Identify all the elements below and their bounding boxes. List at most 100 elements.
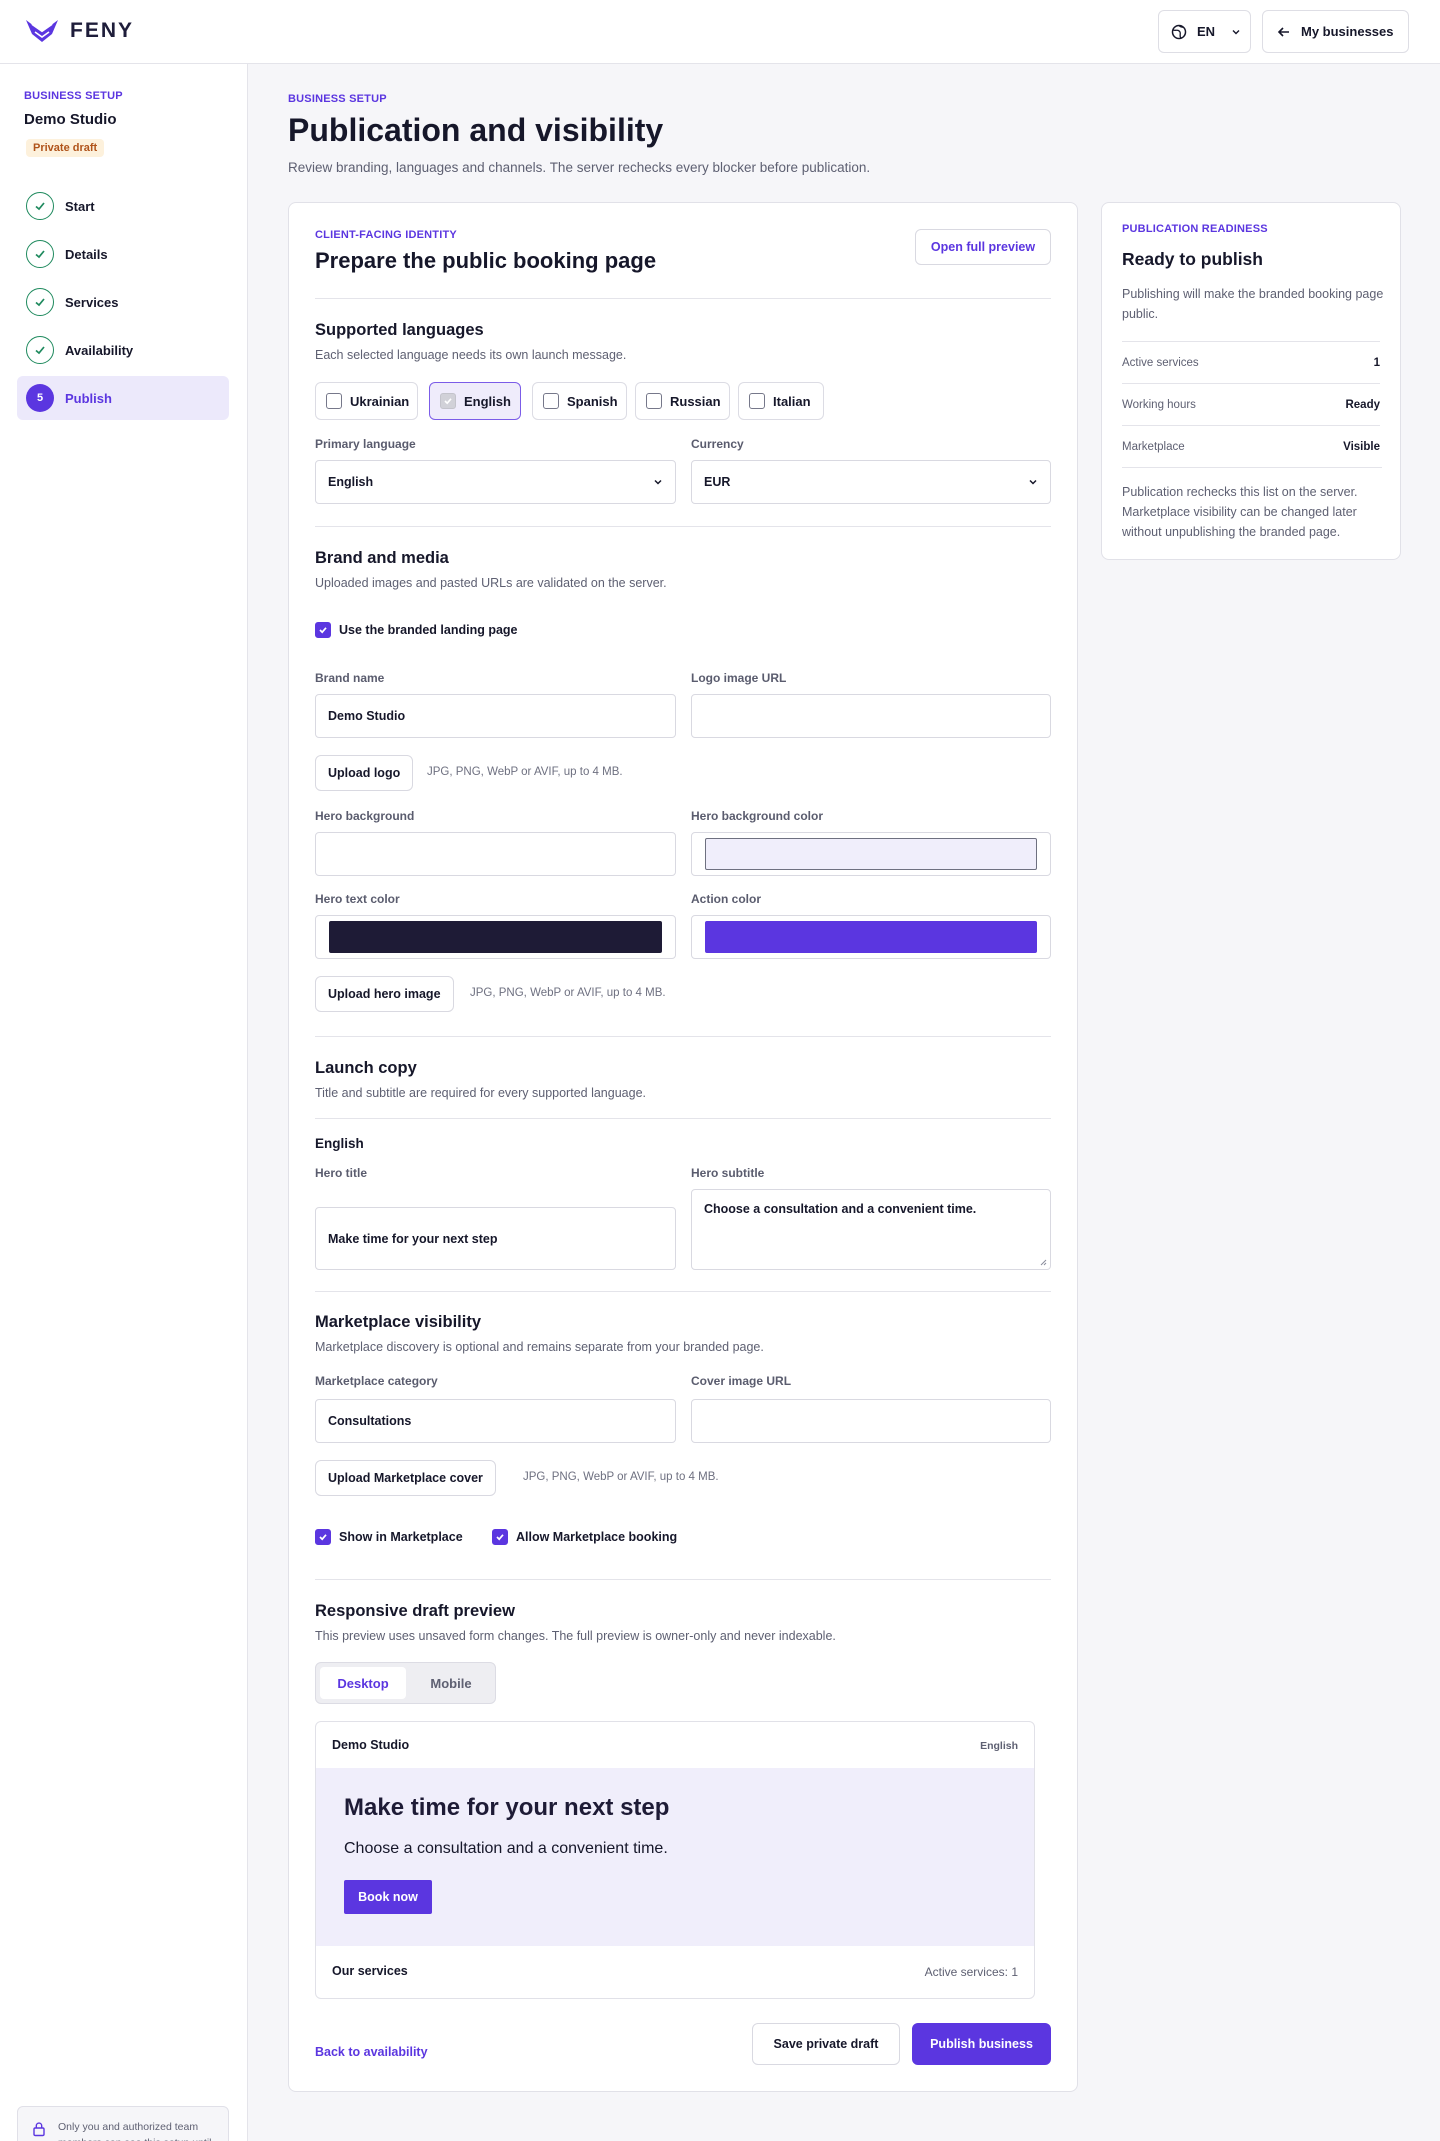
upload-logo-button[interactable]: Upload logo — [315, 755, 414, 791]
hero-background-color-label: Hero background color — [691, 809, 824, 823]
readiness-eyebrow: PUBLICATION READINESS — [1122, 223, 1268, 235]
readiness-row: Marketplace Visible — [1122, 425, 1380, 467]
step-availability[interactable]: Availability — [17, 328, 229, 372]
action-color-picker[interactable] — [691, 915, 1051, 959]
preview-brand: Demo Studio — [332, 1738, 410, 1752]
check-icon[interactable] — [315, 622, 331, 638]
brand-name-input[interactable]: Demo Studio — [315, 694, 676, 738]
allow-marketplace-booking-label: Allow Marketplace booking — [516, 1530, 678, 1544]
readiness-row: Active services 1 — [1122, 341, 1380, 383]
cover-url-input[interactable] — [691, 1399, 1051, 1443]
sidebar-eyebrow: BUSINESS SETUP — [24, 90, 123, 102]
checkbox[interactable] — [326, 393, 342, 409]
status-badge: Private draft — [26, 139, 105, 157]
save-private-draft-button[interactable]: Save private draft — [752, 2023, 900, 2065]
language-option-label: Italian — [773, 393, 811, 409]
hero-background-input[interactable] — [315, 832, 676, 876]
upload-hero-image-button[interactable]: Upload hero image — [315, 976, 454, 1012]
check-icon — [26, 336, 54, 364]
currency-label: Currency — [691, 437, 744, 451]
resize-handle-icon[interactable] — [1039, 1258, 1047, 1266]
language-code: EN — [1197, 24, 1216, 39]
privacy-note-text: Only you and authorized team members can… — [58, 2121, 212, 2141]
preview-title: Responsive draft preview — [315, 1602, 515, 1620]
step-label: Availability — [65, 342, 134, 358]
marketplace-category-input[interactable]: Consultations — [315, 1399, 676, 1443]
upload-marketplace-cover-button[interactable]: Upload Marketplace cover — [315, 1460, 496, 1496]
readiness-row-label: Active services — [1122, 356, 1199, 369]
logo-url-input[interactable] — [691, 694, 1051, 738]
step-start[interactable]: Start — [17, 184, 229, 228]
feny-wing-logo-icon — [26, 20, 58, 42]
hero-background-label: Hero background — [315, 809, 415, 823]
setup-sidebar: BUSINESS SETUP Demo Studio Private draft… — [0, 64, 248, 2141]
step-publish[interactable]: 5 Publish — [17, 376, 229, 420]
check-icon — [26, 192, 54, 220]
divider — [315, 526, 1051, 527]
currency-value: EUR — [704, 475, 731, 489]
upload-cover-hint: JPG, PNG, WebP or AVIF, up to 4 MB. — [523, 1471, 719, 1483]
language-switcher[interactable]: EN — [1158, 10, 1251, 53]
upload-hero-hint: JPG, PNG, WebP or AVIF, up to 4 MB. — [470, 987, 666, 999]
launch-copy-description: Title and subtitle are required for ever… — [315, 1086, 646, 1100]
page-title: Publication and visibility — [288, 112, 664, 148]
preview-hero: Make time for your next step Choose a co… — [316, 1768, 1034, 1946]
brand-name-label: Brand name — [315, 671, 385, 685]
checkbox-checked-disabled — [440, 393, 456, 409]
language-option-spanish[interactable]: Spanish — [532, 382, 627, 420]
allow-marketplace-booking-checkbox[interactable]: Allow Marketplace booking — [492, 1529, 677, 1545]
hero-title-label: Hero title — [315, 1166, 368, 1180]
checkbox[interactable] — [749, 393, 765, 409]
readiness-row-value: 1 — [1373, 356, 1380, 369]
hero-text-color-label: Hero text color — [315, 892, 400, 906]
tab-mobile[interactable]: Mobile — [408, 1667, 494, 1699]
language-option-italian[interactable]: Italian — [738, 382, 824, 420]
hero-subtitle-label: Hero subtitle — [691, 1166, 765, 1180]
marketplace-description: Marketplace discovery is optional and re… — [315, 1340, 764, 1354]
readiness-row-value: Visible — [1343, 440, 1380, 453]
show-in-marketplace-checkbox[interactable]: Show in Marketplace — [315, 1529, 463, 1545]
language-option-english[interactable]: English — [429, 382, 521, 420]
publish-business-button[interactable]: Publish business — [912, 2023, 1051, 2065]
preview-services-count: Active services: 1 — [924, 1965, 1018, 1979]
launch-copy-title: Launch copy — [315, 1059, 417, 1077]
sidebar-business-name: Demo Studio — [24, 111, 117, 128]
languages-title: Supported languages — [315, 321, 484, 339]
page-eyebrow: BUSINESS SETUP — [288, 93, 387, 105]
check-icon[interactable] — [315, 1529, 331, 1545]
book-now-button[interactable]: Book now — [344, 1880, 432, 1914]
language-option-russian[interactable]: Russian — [635, 382, 730, 420]
hero-subtitle-value: Choose a consultation and a convenient t… — [704, 1202, 977, 1216]
identity-eyebrow: CLIENT-FACING IDENTITY — [315, 229, 457, 241]
back-to-availability-link[interactable]: Back to availability — [315, 2045, 428, 2059]
publication-form-card: CLIENT-FACING IDENTITY Prepare the publi… — [288, 202, 1078, 2092]
arrow-left-icon — [1277, 26, 1289, 37]
divider — [315, 1579, 1051, 1580]
checkbox[interactable] — [646, 393, 662, 409]
readiness-row: Working hours Ready — [1122, 383, 1380, 425]
brand-name: FENY — [70, 19, 135, 42]
language-option-ukrainian[interactable]: Ukrainian — [315, 382, 418, 420]
hero-background-color-picker[interactable] — [691, 832, 1051, 876]
my-businesses-button[interactable]: My businesses — [1262, 10, 1409, 53]
logo-url-label: Logo image URL — [691, 671, 787, 685]
hero-title-input[interactable]: Make time for your next step — [315, 1207, 676, 1270]
launch-language-heading: English — [315, 1136, 364, 1151]
step-services[interactable]: Services — [17, 280, 229, 324]
readiness-note: Publication rechecks this list on the se… — [1122, 467, 1382, 542]
hero-subtitle-textarea[interactable]: Choose a consultation and a convenient t… — [691, 1189, 1051, 1270]
hero-text-color-picker[interactable] — [315, 915, 676, 959]
color-swatch — [329, 921, 662, 953]
open-full-preview-button[interactable]: Open full preview — [915, 229, 1051, 265]
use-branded-landing-checkbox[interactable]: Use the branded landing page — [315, 622, 518, 638]
checkbox[interactable] — [543, 393, 559, 409]
preview-tabs: Desktop Mobile — [315, 1662, 496, 1704]
brand-logo[interactable]: FENY — [24, 16, 134, 46]
currency-select[interactable]: EUR — [691, 460, 1051, 504]
step-details[interactable]: Details — [17, 232, 229, 276]
cover-url-label: Cover image URL — [691, 1374, 792, 1388]
primary-language-select[interactable]: English — [315, 460, 676, 504]
step-number: 5 — [26, 384, 54, 412]
tab-desktop[interactable]: Desktop — [320, 1667, 406, 1699]
check-icon[interactable] — [492, 1529, 508, 1545]
